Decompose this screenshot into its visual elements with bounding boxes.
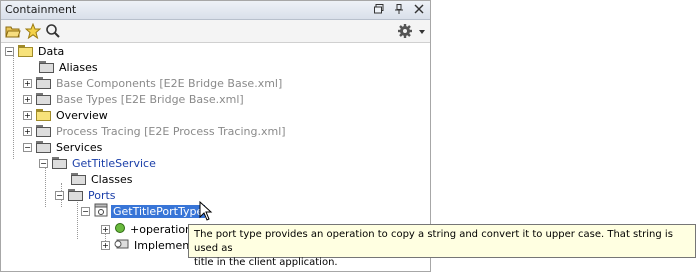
expand-icon[interactable]: +	[101, 224, 110, 234]
tree-item-overview[interactable]: + Overview	[23, 107, 108, 123]
port-type-icon	[94, 203, 108, 220]
close-icon[interactable]	[412, 2, 426, 16]
package-icon	[36, 109, 52, 121]
restore-icon[interactable]	[372, 2, 386, 16]
mouse-cursor-icon	[199, 200, 213, 224]
tree-item-ports[interactable]: − Ports	[55, 187, 116, 203]
tree-item-label: Data	[38, 44, 65, 58]
tree-item-implementation[interactable]: + Implementa	[101, 237, 200, 253]
tree-item-label: +operation	[130, 222, 193, 236]
tree-item-label: Overview	[56, 108, 108, 122]
tree-item-label: Process Tracing [E2E Process Tracing.xml…	[56, 124, 286, 138]
tree-item-label: GetTitleService	[72, 156, 156, 170]
tree-item-get-title-service[interactable]: − GetTitleService	[39, 155, 156, 171]
package-icon	[39, 61, 55, 73]
package-icon	[36, 125, 52, 137]
package-icon	[52, 157, 68, 169]
collapse-icon[interactable]: −	[55, 190, 64, 200]
collapse-icon[interactable]: −	[39, 158, 48, 168]
panel-title: Containment	[5, 3, 77, 16]
tree-item-base-components[interactable]: + Base Components [E2E Bridge Base.xml]	[23, 75, 282, 91]
tree-item-base-types[interactable]: + Base Types [E2E Bridge Base.xml]	[23, 91, 244, 107]
tree-item-label: Ports	[88, 188, 116, 202]
tree-item-process-tracing[interactable]: + Process Tracing [E2E Process Tracing.x…	[23, 123, 286, 139]
tree-item-services[interactable]: − Services	[23, 139, 102, 155]
tooltip-line: The port type provides an operation to c…	[194, 229, 673, 254]
open-folder-icon[interactable]	[5, 23, 21, 39]
chevron-down-icon[interactable]	[418, 26, 426, 34]
collapse-icon[interactable]: −	[5, 46, 14, 56]
tree-item-aliases[interactable]: Aliases	[39, 59, 98, 75]
search-icon[interactable]	[45, 23, 61, 39]
package-icon	[36, 77, 52, 89]
expand-icon[interactable]: +	[23, 126, 32, 136]
tree-item-label: Aliases	[59, 60, 98, 74]
tree-item-label: Base Components [E2E Bridge Base.xml]	[56, 76, 283, 90]
package-icon	[36, 141, 52, 153]
tree-item-label: GetTitlePortType	[111, 204, 206, 218]
tree-item-operation[interactable]: + +operation	[101, 221, 192, 237]
tooltip: The port type provides an operation to c…	[188, 224, 696, 268]
tree-item-label: Services	[56, 140, 103, 154]
tree-item-get-title-port-type[interactable]: − GetTitlePortType	[81, 203, 206, 220]
expand-icon[interactable]: +	[23, 94, 32, 104]
pin-icon[interactable]	[392, 2, 406, 16]
package-icon	[36, 93, 52, 105]
package-icon	[68, 189, 84, 201]
tree-item-label: Classes	[91, 172, 133, 186]
operation-icon	[114, 222, 126, 237]
implementation-icon	[114, 238, 130, 253]
package-icon	[18, 45, 34, 57]
package-icon	[71, 173, 87, 185]
favorite-star-icon[interactable]	[24, 22, 42, 40]
tree-item-label: Base Types [E2E Bridge Base.xml]	[56, 92, 244, 106]
expand-icon[interactable]: +	[101, 240, 110, 250]
tree-item-classes[interactable]: Classes	[71, 171, 132, 187]
expand-icon[interactable]: +	[23, 110, 32, 120]
expand-icon[interactable]: +	[23, 78, 32, 88]
collapse-icon[interactable]: −	[23, 142, 32, 152]
collapse-icon[interactable]: −	[81, 206, 90, 216]
panel-titlebar: Containment	[1, 1, 430, 20]
gear-icon[interactable]	[397, 23, 413, 39]
panel-toolbar	[1, 20, 430, 43]
tree-item-data[interactable]: − Data	[5, 43, 64, 59]
tooltip-line: title in the client application.	[194, 257, 338, 268]
